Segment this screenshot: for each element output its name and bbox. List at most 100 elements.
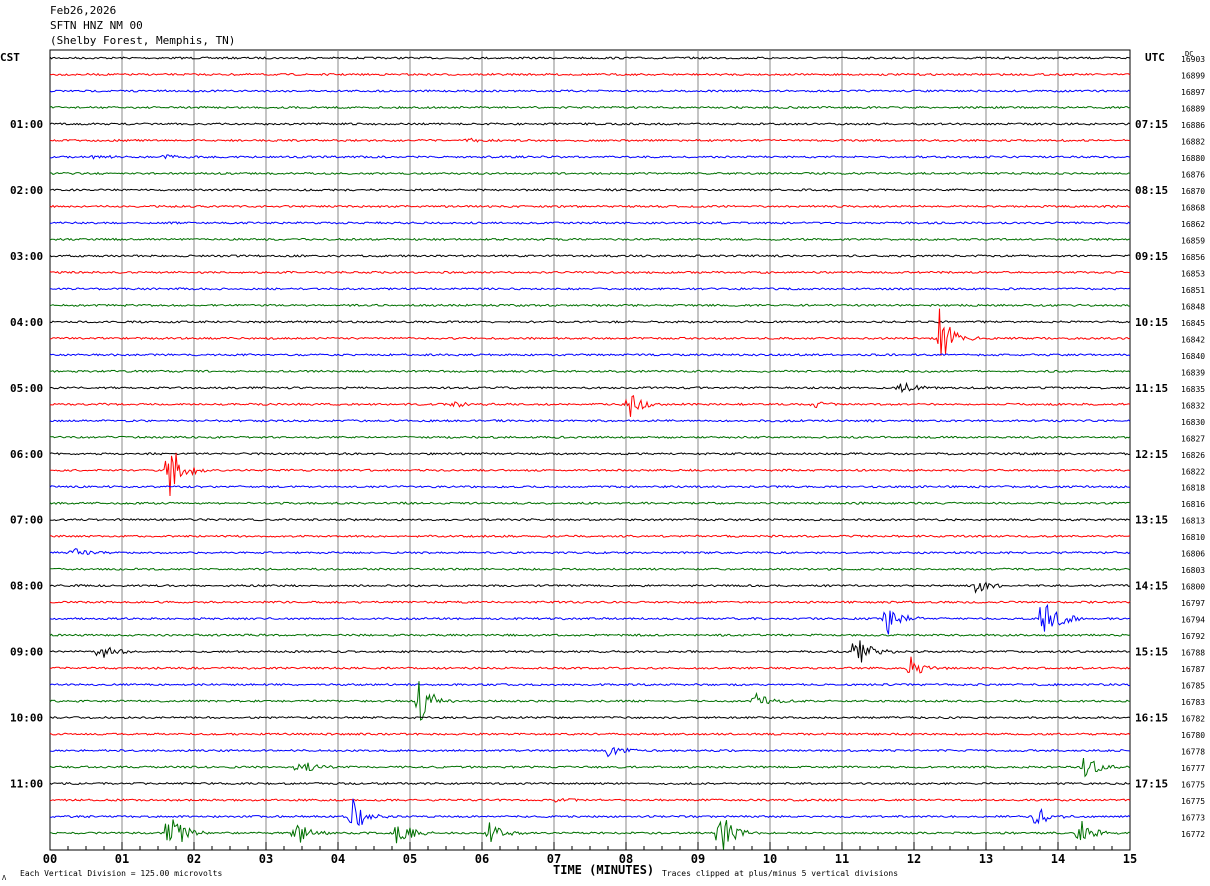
trace-line [49, 758, 1131, 778]
dc-value: 16803 [1181, 566, 1205, 575]
trace-line [49, 89, 1131, 93]
dc-value: 16797 [1181, 599, 1205, 608]
dc-value: 16827 [1181, 434, 1205, 443]
dc-value: 16842 [1181, 335, 1205, 344]
x-tick-label: 00 [43, 852, 57, 866]
trace-line [49, 567, 1131, 571]
dc-value: 16777 [1181, 764, 1205, 773]
trace-line [49, 395, 1131, 417]
trace-line [49, 353, 1131, 357]
logo-mark: Λ [2, 874, 7, 882]
dc-value: 16889 [1181, 104, 1205, 113]
dc-value: 16810 [1181, 533, 1205, 542]
x-tick-label: 03 [259, 852, 273, 866]
x-tick-label: 06 [475, 852, 489, 866]
cst-hour-label: 11:00 [10, 778, 43, 791]
trace-line [49, 270, 1131, 275]
trace-line [49, 633, 1131, 637]
dc-value: 16785 [1181, 682, 1205, 691]
cst-hour-label: 06:00 [10, 448, 43, 461]
trace-line [49, 122, 1131, 126]
trace-line [49, 56, 1131, 60]
x-tick-label: 13 [979, 852, 993, 866]
dc-value: 16816 [1181, 500, 1205, 509]
trace-line [49, 656, 1131, 674]
trace-line [49, 287, 1131, 291]
trace-line [49, 254, 1131, 258]
dc-value: 16782 [1181, 715, 1205, 724]
trace-line [49, 419, 1131, 423]
trace-line [50, 798, 1131, 827]
trace-line [49, 548, 1131, 555]
helicorder-plot: 00 01 02 03 04 05 06 07 08 09 10 11 12 13 14 1516903168… [0, 49, 1205, 882]
dc-value: 16840 [1181, 352, 1205, 361]
x-tick-label: 15 [1123, 852, 1137, 866]
x-tick-label: 10 [763, 852, 777, 866]
utc-hour-label: 11:15 [1135, 382, 1168, 395]
dc-value: 16876 [1181, 170, 1205, 179]
dc-value: 16813 [1181, 517, 1205, 526]
trace-line [49, 320, 1131, 324]
trace-line [49, 204, 1131, 209]
dc-label: DC [1185, 50, 1193, 58]
trace-line [49, 435, 1131, 439]
cst-hour-label: 04:00 [10, 316, 43, 329]
dc-value: 16778 [1181, 748, 1205, 757]
dc-value: 16899 [1181, 71, 1205, 80]
x-tick-label: 05 [403, 852, 417, 866]
utc-hour-label: 07:15 [1135, 118, 1168, 131]
trace-line [49, 72, 1131, 77]
trace-line [49, 518, 1131, 522]
trace-line [49, 171, 1131, 176]
dc-value: 16826 [1181, 451, 1205, 460]
cst-hour-label: 02:00 [10, 184, 43, 197]
dc-value: 16780 [1181, 731, 1205, 740]
trace-line [49, 485, 1131, 489]
scale-note: Each Vertical Division = 125.00 microvol… [20, 869, 222, 878]
dc-value: 16818 [1181, 484, 1205, 493]
trace-line [49, 640, 1130, 663]
trace-line [49, 797, 1131, 803]
dc-value: 16856 [1181, 253, 1205, 262]
cst-hour-label: 05:00 [10, 382, 43, 395]
trace-line [49, 308, 1131, 356]
dc-value: 16783 [1181, 698, 1205, 707]
trace-line [49, 154, 1131, 160]
dc-value: 16787 [1181, 665, 1205, 674]
utc-hour-label: 17:15 [1135, 778, 1168, 791]
dc-value: 16897 [1181, 88, 1205, 97]
trace-line [49, 303, 1131, 308]
utc-hour-label: 12:15 [1135, 448, 1168, 461]
dc-value: 16800 [1181, 583, 1205, 592]
x-tick-label: 12 [907, 852, 921, 866]
cst-hour-label: 03:00 [10, 250, 43, 263]
trace-line [50, 221, 1131, 225]
trace-line [49, 534, 1131, 538]
x-tick-label: 11 [835, 852, 849, 866]
trace-line [49, 819, 1131, 850]
utc-hour-label: 10:15 [1135, 316, 1168, 329]
trace-line [49, 732, 1131, 736]
trace-line [49, 681, 1131, 721]
cst-hour-label: 10:00 [10, 712, 43, 725]
dc-value: 16772 [1181, 830, 1205, 839]
dc-value: 16868 [1181, 203, 1205, 212]
utc-hour-label: 08:15 [1135, 184, 1168, 197]
dc-value: 16859 [1181, 236, 1205, 245]
x-tick-label: 09 [691, 852, 705, 866]
utc-label: UTC [1145, 51, 1165, 64]
trace-line [49, 581, 1131, 594]
x-tick-label: 04 [331, 852, 345, 866]
cst-label: CST [0, 51, 20, 64]
dc-value: 16853 [1181, 269, 1205, 278]
utc-hour-label: 15:15 [1135, 646, 1168, 659]
trace-line [49, 381, 1131, 394]
dc-value: 16870 [1181, 187, 1205, 196]
trace-line [49, 715, 1131, 720]
dc-value: 16835 [1181, 385, 1205, 394]
dc-value: 16788 [1181, 649, 1205, 658]
cst-hour-label: 01:00 [10, 118, 43, 131]
dc-value: 16848 [1181, 302, 1205, 311]
utc-hour-label: 14:15 [1135, 580, 1168, 593]
cst-hour-label: 09:00 [10, 646, 43, 659]
